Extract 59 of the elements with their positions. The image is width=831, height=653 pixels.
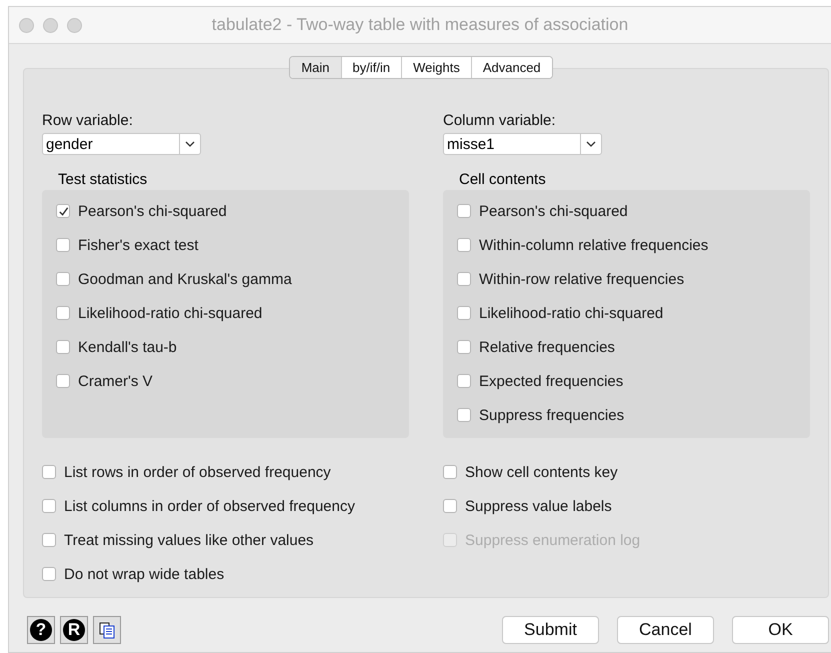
checkbox[interactable] [443,499,457,513]
checkbox-row[interactable]: Kendall's tau-b [56,336,395,358]
dialog-button[interactable]: Submit [502,616,599,644]
checkbox[interactable] [443,465,457,479]
checkbox-row[interactable]: Suppress frequencies [457,404,796,426]
checkbox-row[interactable]: Likelihood-ratio chi-squared [457,302,796,324]
window-title: tabulate2 - Two-way table with measures of association [212,15,628,35]
checkbox[interactable] [457,204,471,218]
checkbox-row[interactable]: Treat missing values like other values [42,529,409,551]
group-title: Cell contents [459,171,547,188]
checkbox-row[interactable]: Do not wrap wide tables [42,563,409,585]
checkbox-row[interactable]: Suppress value labels [443,495,810,517]
chevron-icon [185,141,195,147]
checkbox[interactable] [457,306,471,320]
tool-button[interactable]: R [60,616,88,644]
copy-icon [98,621,116,639]
checkbox[interactable] [42,465,56,479]
dialog-button[interactable]: Cancel [617,616,714,644]
checkbox-row[interactable]: Fisher's exact test [56,234,395,256]
tool-button[interactable] [93,616,121,644]
checkbox[interactable] [457,238,471,252]
checkbox[interactable] [457,272,471,286]
checkbox[interactable] [56,238,70,252]
checkbox-row[interactable]: Likelihood-ratio chi-squared [56,302,395,324]
checkbox[interactable] [56,204,70,218]
checkbox-row[interactable]: Pearson's chi-squared [56,200,395,222]
checkbox[interactable] [457,340,471,354]
tab[interactable]: Main [290,57,341,78]
checkbox[interactable] [56,374,70,388]
group-title: Test statistics [58,171,148,188]
zoom-icon[interactable] [67,18,82,32]
field-label: Column variable: [443,112,557,129]
dialog-button[interactable]: OK [732,616,829,644]
tool-button[interactable]: ? [27,616,55,644]
checkbox[interactable] [457,408,471,422]
checkbox-row[interactable]: Cramer's V [56,370,395,392]
field-label: Row variable: [42,112,134,129]
minimize-icon[interactable] [43,18,58,32]
checkbox-row[interactable]: List rows in order of observed frequency [42,461,409,483]
dropdown[interactable]: gender [42,133,201,155]
checkbox[interactable] [457,374,471,388]
dropdown[interactable]: misse1 [443,133,602,155]
checkbox-row[interactable]: Within-row relative frequencies [457,268,796,290]
checkbox-row[interactable]: Expected frequencies [457,370,796,392]
checkbox-row[interactable]: List columns in order of observed frequency [42,495,409,517]
checkbox[interactable] [42,499,56,513]
checkbox-row[interactable]: Pearson's chi-squared [457,200,796,222]
checkbox-row[interactable]: Relative frequencies [457,336,796,358]
chevron-icon [586,141,596,147]
checkbox[interactable] [42,533,56,547]
close-icon[interactable] [19,18,34,32]
checkbox[interactable] [42,567,56,581]
checkbox-row[interactable]: Within-column relative frequencies [457,234,796,256]
checkbox[interactable] [56,306,70,320]
checkbox-row[interactable]: Goodman and Kruskal's gamma [56,268,395,290]
checkbox-row[interactable]: Show cell contents key [443,461,810,483]
tab[interactable]: Advanced [470,57,552,78]
checkbox[interactable] [56,340,70,354]
checkbox[interactable] [56,272,70,286]
